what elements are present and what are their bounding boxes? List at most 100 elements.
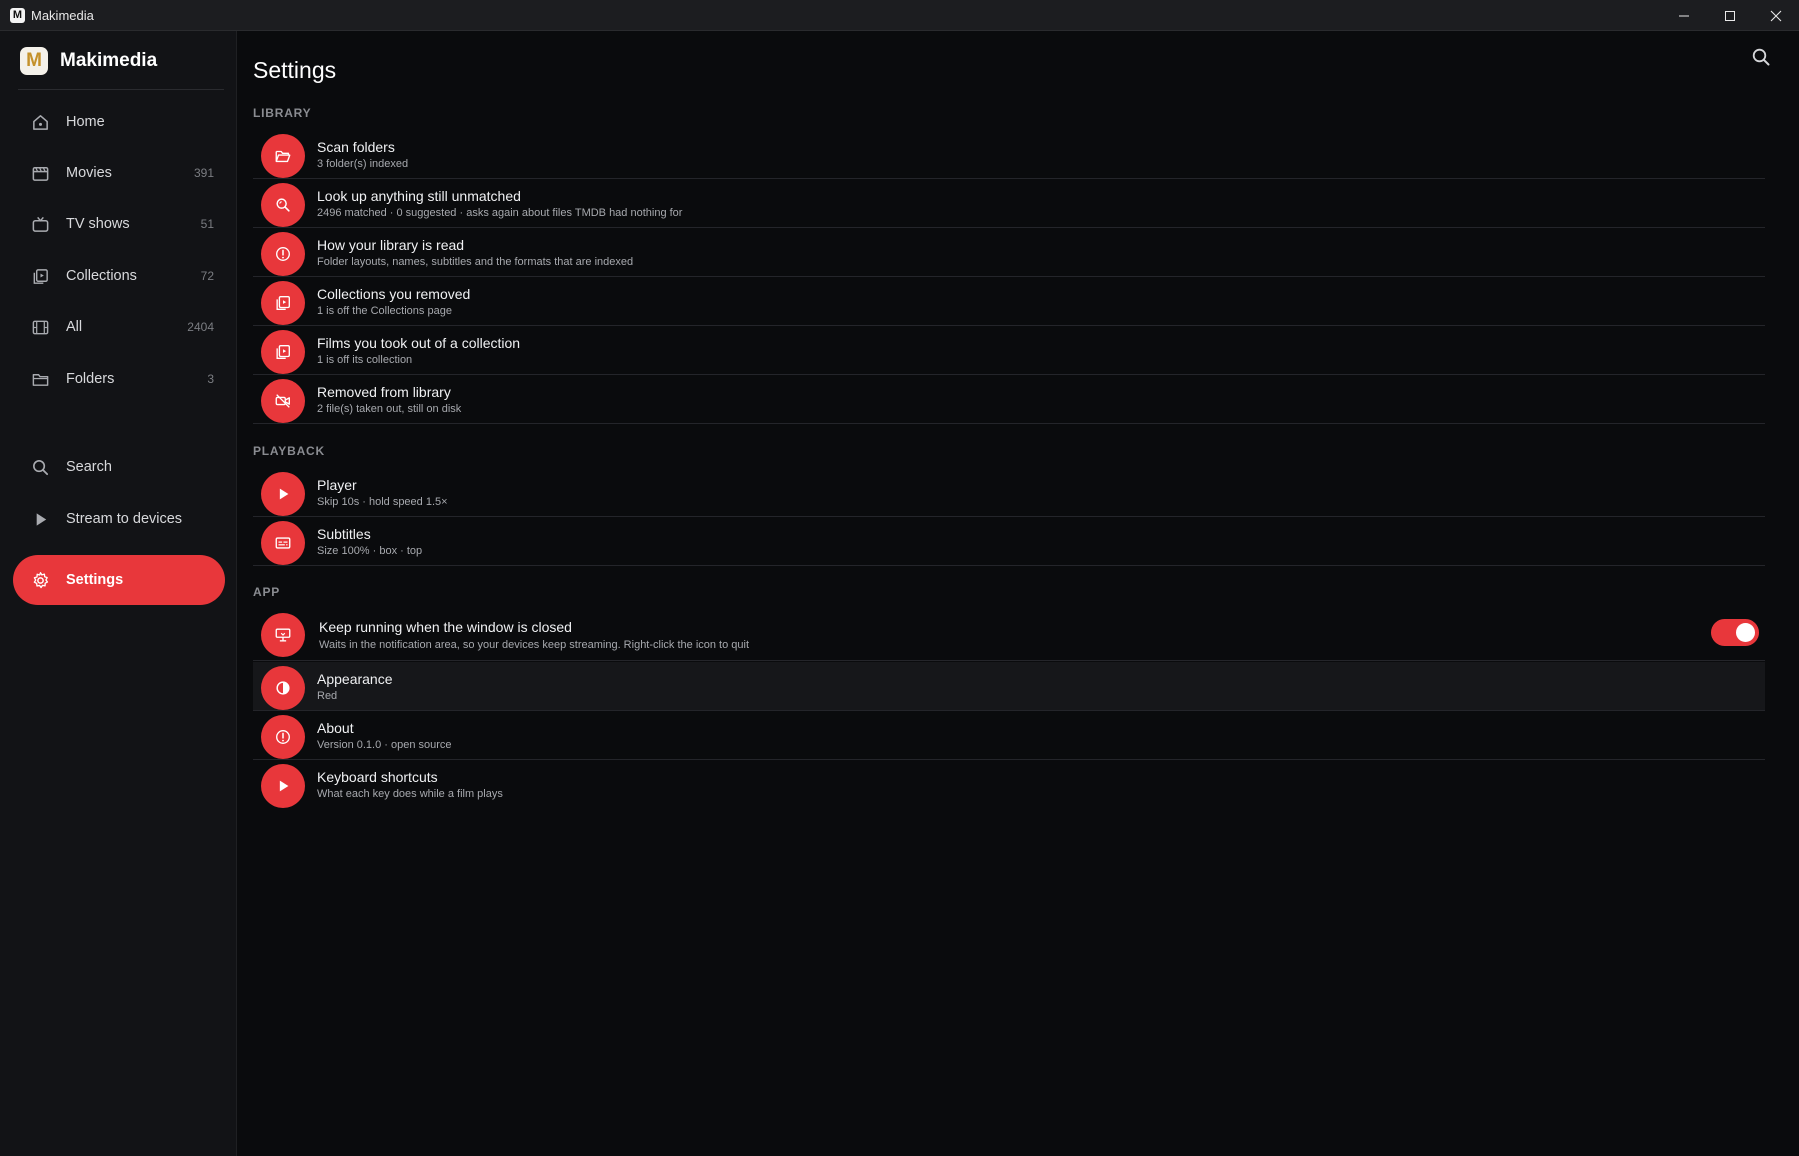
search-button[interactable]: [1751, 47, 1773, 69]
sidebar-item-label: Search: [66, 459, 112, 475]
sidebar-item-home[interactable]: Home: [13, 97, 225, 147]
row-subtitle: 1 is off its collection: [317, 354, 413, 366]
search-icon: [29, 456, 51, 478]
keep-running-toggle[interactable]: [1711, 619, 1759, 646]
sidebar-item-stream[interactable]: Stream to devices: [13, 494, 225, 544]
toggle-knob: [1736, 623, 1755, 642]
sidebar-item-label: Home: [66, 114, 105, 130]
settings-row-appearance[interactable]: Appearance Red: [253, 662, 1765, 711]
row-subtitle: Skip 10s · hold speed 1.5×: [317, 496, 448, 508]
tray-icon: [261, 613, 305, 657]
collections-icon: [29, 265, 51, 287]
sidebar-item-label: TV shows: [66, 216, 130, 232]
section-header-playback: PLAYBACK: [253, 444, 325, 458]
filmstrip-icon: [29, 316, 51, 338]
row-title: Films you took out of a collection: [317, 335, 521, 351]
search-icon: [1752, 48, 1770, 66]
window-controls: [1661, 0, 1799, 31]
row-title: Player: [317, 477, 357, 493]
row-title: Scan folders: [317, 139, 395, 155]
home-icon: [29, 111, 51, 133]
info-icon: [261, 232, 305, 276]
play-icon: [261, 472, 305, 516]
sidebar-item-settings[interactable]: Settings: [13, 555, 225, 605]
sidebar-item-label: Movies: [66, 165, 112, 181]
page-title: Settings: [253, 57, 337, 83]
info-icon: [261, 715, 305, 759]
play-icon: [261, 764, 305, 808]
sidebar: M Makimedia Home Movies 391 TV shows 51: [0, 31, 237, 1156]
sidebar-item-count: 2404: [187, 320, 214, 334]
sidebar-item-search[interactable]: Search: [13, 442, 225, 492]
section-header-app: APP: [253, 585, 281, 599]
maximize-icon: [1725, 10, 1735, 21]
sidebar-item-label: All: [66, 319, 83, 335]
section-header-library: LIBRARY: [253, 106, 312, 120]
row-subtitle: Waits in the notification area, so your …: [319, 639, 750, 651]
divider: [18, 89, 224, 90]
row-subtitle: Folder layouts, names, subtitles and the…: [317, 256, 634, 268]
settings-row-keyboard-shortcuts[interactable]: Keyboard shortcuts What each key does wh…: [253, 760, 1765, 809]
film-icon: [29, 162, 51, 184]
title-bar: M Makimedia: [0, 0, 1799, 31]
sidebar-item-label: Collections: [66, 268, 137, 284]
settings-row-lookup-unmatched[interactable]: Look up anything still unmatched 2496 ma…: [253, 179, 1765, 228]
settings-row-collections-removed[interactable]: Collections you removed 1 is off the Col…: [253, 277, 1765, 326]
app-window: M Makimedia M Makimedia Home Movies 391 …: [0, 0, 1799, 1156]
row-title: Collections you removed: [317, 286, 471, 302]
brand[interactable]: M Makimedia: [20, 47, 157, 75]
main-content: Settings LIBRARY Scan folders 3 folder(s…: [238, 31, 1799, 1156]
row-title: Keep running when the window is closed: [319, 619, 572, 635]
sidebar-item-count: 72: [200, 269, 214, 283]
sidebar-item-tv-shows[interactable]: TV shows 51: [13, 199, 225, 249]
row-subtitle: 1 is off the Collections page: [317, 305, 452, 317]
subtitles-icon: [261, 521, 305, 565]
window-title: Makimedia: [31, 7, 94, 23]
sidebar-item-label: Stream to devices: [66, 511, 183, 527]
sidebar-item-movies[interactable]: Movies 391: [13, 148, 225, 198]
brand-name: Makimedia: [60, 50, 158, 71]
row-subtitle: Size 100% · box · top: [317, 545, 423, 557]
folder-open-icon: [261, 134, 305, 178]
gear-icon: [29, 569, 51, 591]
settings-row-films-out-of-collection[interactable]: Films you took out of a collection 1 is …: [253, 326, 1765, 375]
sidebar-item-folders[interactable]: Folders 3: [13, 354, 225, 404]
sidebar-item-all[interactable]: All 2404: [13, 302, 225, 352]
row-subtitle: Red: [317, 690, 338, 702]
collections-icon: [261, 330, 305, 374]
row-title: Look up anything still unmatched: [317, 188, 521, 204]
settings-row-keep-running[interactable]: Keep running when the window is closed W…: [253, 609, 1765, 661]
row-title: How your library is read: [317, 237, 465, 253]
sidebar-item-label: Settings: [66, 572, 124, 588]
close-icon: [1770, 10, 1782, 21]
sidebar-item-collections[interactable]: Collections 72: [13, 251, 225, 301]
settings-row-how-library-read[interactable]: How your library is read Folder layouts,…: [253, 228, 1765, 277]
close-button[interactable]: [1753, 0, 1799, 31]
brand-logo: M: [20, 47, 48, 75]
video-off-icon: [261, 379, 305, 423]
contrast-icon: [261, 666, 305, 710]
sidebar-item-count: 51: [200, 217, 214, 231]
play-icon: [29, 508, 51, 530]
minimize-icon: [1679, 15, 1689, 16]
row-title: Appearance: [317, 671, 393, 687]
sidebar-item-count: 3: [207, 372, 214, 386]
minimize-button[interactable]: [1661, 0, 1707, 31]
row-title: Subtitles: [317, 526, 371, 542]
settings-row-removed-from-library[interactable]: Removed from library 2 file(s) taken out…: [253, 375, 1765, 424]
app-icon: M: [10, 7, 25, 23]
maximize-button[interactable]: [1707, 0, 1753, 31]
row-title: About: [317, 720, 354, 736]
sidebar-item-label: Folders: [66, 371, 115, 387]
settings-row-scan-folders[interactable]: Scan folders 3 folder(s) indexed: [253, 130, 1765, 179]
settings-row-about[interactable]: About Version 0.1.0 · open source: [253, 711, 1765, 760]
collections-icon: [261, 281, 305, 325]
row-subtitle: What each key does while a film plays: [317, 788, 503, 800]
tv-icon: [29, 213, 51, 235]
settings-row-player[interactable]: Player Skip 10s · hold speed 1.5×: [253, 468, 1765, 517]
sidebar-item-count: 391: [193, 166, 214, 180]
settings-row-subtitles[interactable]: Subtitles Size 100% · box · top: [253, 517, 1765, 566]
row-subtitle: 2 file(s) taken out, still on disk: [317, 403, 462, 415]
search-icon: [261, 183, 305, 227]
row-title: Removed from library: [317, 384, 451, 400]
